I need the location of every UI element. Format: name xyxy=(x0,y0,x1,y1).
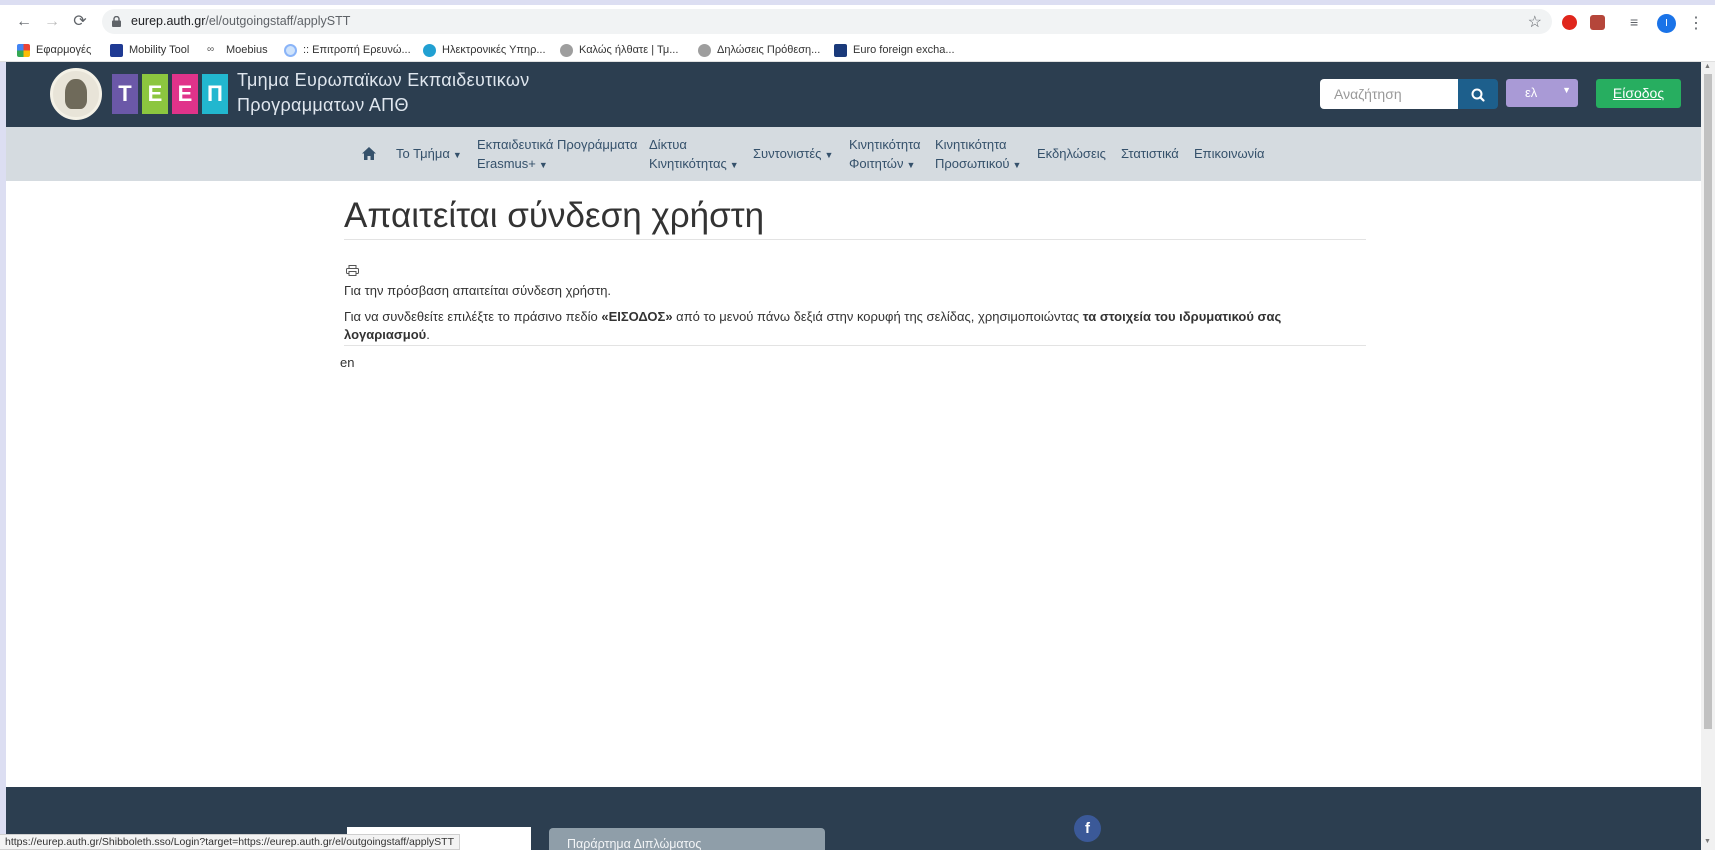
scrollbar-thumb[interactable] xyxy=(1704,74,1712,729)
bookmark-star-icon[interactable]: ☆ xyxy=(1528,12,1542,32)
search-button[interactable] xyxy=(1458,79,1498,109)
login-instructions-text: Για να συνδεθείτε επιλέξτε το πράσινο πε… xyxy=(344,309,1282,342)
logo-tile: Τ xyxy=(112,74,138,114)
department-name[interactable]: Τμημα Ευρωπαϊκων Εκπαιδευτικων Προγραμμα… xyxy=(237,68,530,118)
nav-item-coordinators[interactable]: Συντονιστές ▼ xyxy=(753,144,833,165)
page-scrollbar[interactable]: ▲ ▼ xyxy=(1701,62,1715,850)
language-link-en[interactable]: en xyxy=(340,355,354,370)
logo-tile: Π xyxy=(202,74,228,114)
scroll-up-icon[interactable]: ▲ xyxy=(1704,63,1711,70)
logo-tile: Ε xyxy=(172,74,198,114)
bookmark-euro-exchange[interactable]: Euro foreign excha... xyxy=(834,42,955,58)
media-queue-icon[interactable]: ≡ xyxy=(1630,15,1645,30)
nav-item-staff-mobility[interactable]: Κινητικότητα Προσωπικού ▼ xyxy=(935,135,1021,175)
moebius-icon: ∞ xyxy=(207,43,215,55)
caret-down-icon: ▼ xyxy=(1012,160,1022,170)
eu-flag-icon xyxy=(110,43,123,57)
seal-icon xyxy=(698,43,711,57)
facebook-icon[interactable]: f xyxy=(1074,815,1101,842)
caret-down-icon: ▼ xyxy=(1562,85,1571,95)
pdf-extension-icon[interactable] xyxy=(1590,15,1605,30)
url-text: eurep.auth.gr/el/outgoingstaff/applySTT xyxy=(131,14,351,28)
nav-item-student-mobility[interactable]: Κινητικότητα Φοιτητών ▼ xyxy=(849,135,921,175)
nav-item-mobility-networks[interactable]: Δίκτυα Κινητικότητας ▼ xyxy=(649,135,739,175)
scroll-down-icon[interactable]: ▼ xyxy=(1704,838,1711,845)
caret-down-icon: ▼ xyxy=(824,150,834,160)
diploma-supplement-button[interactable]: Παράρτημα Διπλώματος xyxy=(549,828,825,850)
access-required-text: Για την πρόσβαση απαιτείται σύνδεση χρήσ… xyxy=(344,283,612,298)
profile-avatar[interactable]: I xyxy=(1657,14,1676,33)
caret-down-icon: ▼ xyxy=(538,160,548,170)
ecb-icon xyxy=(834,43,847,57)
seal-icon xyxy=(560,43,573,57)
caret-down-icon: ▼ xyxy=(452,150,462,160)
back-icon[interactable]: ← xyxy=(15,13,33,31)
nav-item-statistics[interactable]: Στατιστικά xyxy=(1121,144,1179,163)
bookmark-apps[interactable]: Εφαρμογές xyxy=(17,42,91,58)
bookmark-moebius[interactable]: ∞ Moebius xyxy=(207,42,268,58)
bookmarks-bar: Εφαρμογές Mobility Tool ∞ Moebius :: Επιτ… xyxy=(0,38,1715,62)
bookmark-declarations[interactable]: Δηλώσεις Πρόθεση... xyxy=(698,42,820,58)
globe-icon xyxy=(284,43,297,57)
status-bar-url: https://eurep.auth.gr/Shibboleth.sso/Log… xyxy=(0,834,460,850)
home-icon[interactable] xyxy=(362,147,376,160)
menu-kebab-icon[interactable]: ⋮ xyxy=(1688,13,1704,33)
bookmark-mobility-tool[interactable]: Mobility Tool xyxy=(110,42,189,58)
address-bar[interactable]: eurep.auth.gr/el/outgoingstaff/applySTT … xyxy=(102,9,1552,34)
main-navbar: Το Τμήμα ▼ Εκπαιδευτικά Προγράμματα Erasmu… xyxy=(6,127,1701,181)
lock-icon xyxy=(112,16,121,27)
service-icon xyxy=(423,43,436,57)
nav-item-department[interactable]: Το Τμήμα ▼ xyxy=(396,144,462,165)
bookmark-e-services[interactable]: Ηλεκτρονικές Υπηρ... xyxy=(423,42,546,58)
language-select[interactable]: ελ ▼ xyxy=(1506,79,1578,107)
search-icon xyxy=(1471,88,1485,102)
reload-icon[interactable]: ⟳ xyxy=(71,13,89,31)
logo-tile: Ε xyxy=(142,74,168,114)
forward-icon[interactable]: → xyxy=(43,13,61,31)
caret-down-icon: ▼ xyxy=(906,160,916,170)
caret-down-icon: ▼ xyxy=(729,160,739,170)
site-header: Τ Ε Ε Π Τμημα Ευρωπαϊκων Εκπαιδευτικων Π… xyxy=(6,62,1701,127)
bookmark-welcome[interactable]: Καλώς ήλθατε | Τμ... xyxy=(560,42,678,58)
bookmark-research-committee[interactable]: :: Επιτροπή Ερευνώ... xyxy=(284,42,411,58)
nav-item-erasmus-programs[interactable]: Εκπαιδευτικά Προγράμματα Erasmus+ ▼ xyxy=(477,135,637,175)
divider xyxy=(344,239,1366,240)
search-input[interactable]: Αναζήτηση xyxy=(1320,79,1458,109)
university-seal-logo[interactable] xyxy=(50,68,102,120)
print-icon[interactable] xyxy=(346,265,359,276)
page-viewport: Τ Ε Ε Π Τμημα Ευρωπαϊκων Εκπαιδευτικων Π… xyxy=(6,62,1701,850)
browser-toolbar: ← → ⟳ eurep.auth.gr/el/outgoingstaff/app… xyxy=(0,5,1715,38)
nav-item-events[interactable]: Εκδηλώσεις xyxy=(1037,144,1106,163)
apps-grid-icon xyxy=(17,43,30,57)
divider xyxy=(344,345,1366,346)
page-title: Απαιτείται σύνδεση χρήστη xyxy=(344,196,765,235)
opera-extension-icon[interactable] xyxy=(1562,15,1577,30)
nav-item-contact[interactable]: Επικοινωνία xyxy=(1194,144,1265,163)
login-button[interactable]: Είσοδος xyxy=(1596,79,1681,108)
browser-window: ← → ⟳ eurep.auth.gr/el/outgoingstaff/app… xyxy=(0,0,1715,850)
